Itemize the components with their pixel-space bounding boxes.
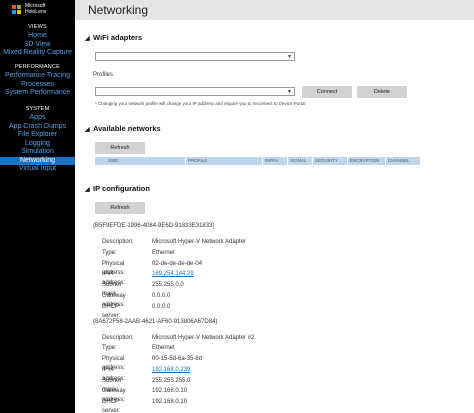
column-infra[interactable]: INFRA bbox=[265, 158, 279, 163]
networks-table-header: SSID PROFILE INFRA SIGNAL SECURITY ENCRY… bbox=[95, 157, 420, 165]
page-header: Networking bbox=[75, 0, 474, 20]
profile-select[interactable]: ▼ bbox=[95, 87, 295, 96]
column-security[interactable]: SECURITY bbox=[315, 158, 338, 163]
column-channel[interactable]: CHANNEL bbox=[388, 158, 410, 163]
wifi-section-header[interactable]: ◢ WiFi adapters bbox=[85, 33, 142, 42]
microsoft-hololens-logo: Microsoft HoloLens bbox=[12, 3, 72, 16]
chevron-down-icon: ▼ bbox=[287, 89, 292, 95]
collapse-chevron-icon[interactable]: ◢ bbox=[85, 126, 93, 133]
sidebar-item-performance-tracing[interactable]: Performance Tracing bbox=[0, 72, 75, 81]
sidebar-item-networking[interactable]: Networking bbox=[0, 156, 75, 165]
sidebar: Microsoft HoloLens VIEWS Home 3D View Mi… bbox=[0, 0, 75, 413]
wifi-profile-note: * Changing your network profile will cha… bbox=[95, 101, 306, 106]
ip-section-title: IP configuration bbox=[93, 184, 150, 193]
ipv4-link[interactable]: 192.168.0.239 bbox=[152, 366, 190, 375]
interface-id: {B5F9EFDE-1996-4084-9E6D-91833E31833} bbox=[93, 223, 215, 229]
main-content: ◢ WiFi adapters ▼ Profiles ▼ Connect Dele… bbox=[75, 20, 474, 413]
sidebar-item-processes[interactable]: Processes bbox=[0, 81, 75, 90]
sidebar-item-system-performance[interactable]: System Performance bbox=[0, 89, 75, 98]
ipv4-link[interactable]: 169.254.144.29 bbox=[152, 270, 194, 279]
ip-refresh-button[interactable]: Refresh bbox=[95, 202, 145, 214]
sidebar-item-file-explorer[interactable]: File Explorer bbox=[0, 131, 75, 140]
sidebar-item-apps[interactable]: Apps bbox=[0, 114, 75, 123]
column-signal[interactable]: SIGNAL bbox=[290, 158, 307, 163]
networks-section-title: Available networks bbox=[93, 124, 161, 133]
networks-section-header[interactable]: ◢ Available networks bbox=[85, 124, 161, 133]
networks-refresh-button[interactable]: Refresh bbox=[95, 142, 145, 154]
sidebar-item-3d-view[interactable]: 3D View bbox=[0, 41, 75, 50]
sidebar-item-logging[interactable]: Logging bbox=[0, 140, 75, 149]
windows-logo-icon bbox=[12, 5, 22, 15]
sidebar-item-app-crash-dumps[interactable]: App Crash Dumps bbox=[0, 123, 75, 132]
column-ssid[interactable]: SSID bbox=[108, 158, 119, 163]
sidebar-item-simulation[interactable]: Simulation bbox=[0, 148, 75, 157]
interface-id: {8A672F58-2AAB-4621-AF60-913806A67D84} bbox=[93, 319, 218, 325]
page-title: Networking bbox=[88, 3, 149, 17]
chevron-down-icon: ▼ bbox=[287, 54, 292, 60]
sidebar-item-home[interactable]: Home bbox=[0, 32, 75, 41]
sidebar-item-virtual-input[interactable]: Virtual Input bbox=[0, 165, 75, 174]
profiles-label: Profiles bbox=[93, 72, 114, 78]
wifi-section-title: WiFi adapters bbox=[93, 33, 143, 42]
connect-button[interactable]: Connect bbox=[302, 86, 352, 98]
sidebar-item-mixed-reality-capture[interactable]: Mixed Reality Capture bbox=[0, 49, 75, 58]
collapse-chevron-icon[interactable]: ◢ bbox=[85, 186, 93, 193]
logo-line2: HoloLens bbox=[25, 8, 47, 15]
column-encryption[interactable]: ENCRYPTION bbox=[350, 158, 379, 163]
column-profile[interactable]: PROFILE bbox=[188, 158, 207, 163]
ip-section-header[interactable]: ◢ IP configuration bbox=[85, 184, 150, 193]
collapse-chevron-icon[interactable]: ◢ bbox=[85, 35, 93, 42]
wifi-adapter-select[interactable]: ▼ bbox=[95, 52, 295, 61]
delete-button[interactable]: Delete bbox=[357, 86, 407, 98]
